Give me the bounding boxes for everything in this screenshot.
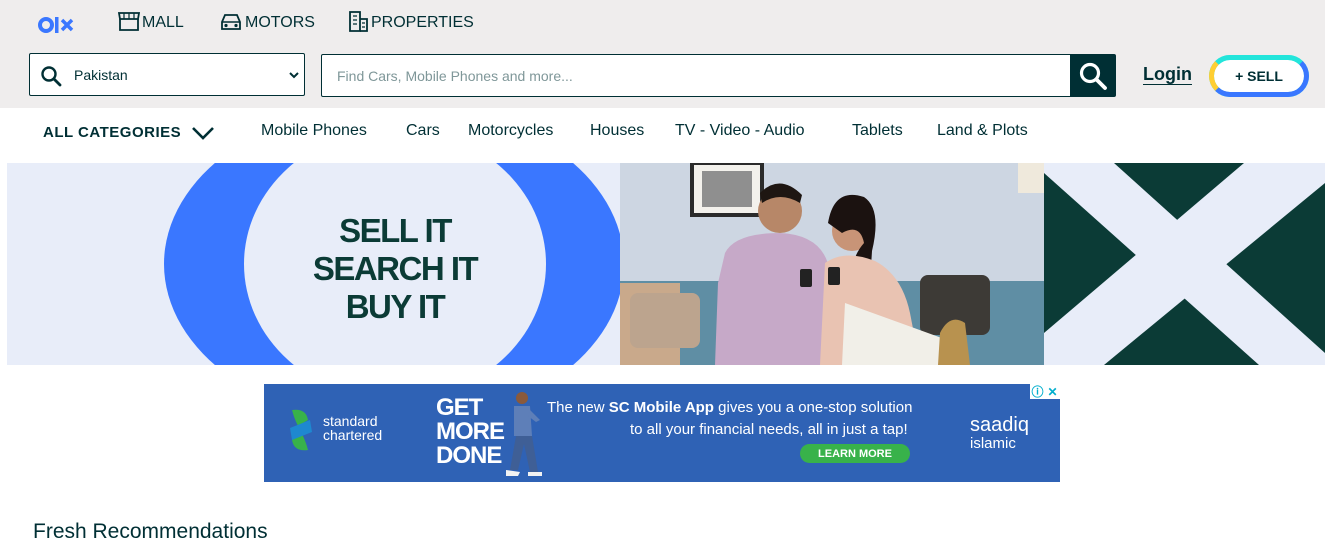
search-input[interactable] xyxy=(335,55,1059,96)
category-link-mobile-phones[interactable]: Mobile Phones xyxy=(261,122,367,140)
search-button[interactable] xyxy=(1070,54,1116,97)
chevron-down-icon xyxy=(192,126,215,140)
x-shape xyxy=(1044,163,1325,365)
top-link-properties[interactable]: PROPERTIES xyxy=(347,10,474,32)
location-value: Pakistan xyxy=(74,67,128,83)
search-icon xyxy=(1079,62,1107,90)
ad-partner-sub: islamic xyxy=(970,435,1016,452)
chevron-down-icon xyxy=(289,72,299,79)
standard-chartered-logo-icon xyxy=(290,409,312,451)
couple-photo-illustration xyxy=(620,163,1044,365)
category-link-houses[interactable]: Houses xyxy=(590,122,644,140)
ad-headline: GET MORE DONE xyxy=(436,394,505,469)
ad-learn-more-button[interactable]: LEARN MORE xyxy=(800,444,910,463)
ad-brand-line: chartered xyxy=(323,427,383,443)
ad-banner[interactable]: standard chartered GET MORE DONE The new… xyxy=(264,384,1060,482)
top-link-motors[interactable]: MOTORS xyxy=(218,10,315,32)
sell-button[interactable]: + SELL xyxy=(1209,55,1309,97)
ad-text-suffix: gives you a one-stop solution xyxy=(713,399,913,416)
top-header: MALL MOTORS PROPERTIES Pakistan Find Car… xyxy=(0,0,1325,108)
olx-logo[interactable] xyxy=(38,12,78,38)
walking-man-illustration xyxy=(506,392,542,476)
category-link-tv-video-audio[interactable]: TV - Video - Audio xyxy=(675,122,805,140)
ad-brand-line: standard xyxy=(323,413,378,429)
ad-text-line2: to all your financial needs, all in just… xyxy=(630,421,908,438)
ad-text-prefix: The new xyxy=(547,399,609,416)
category-link-land-plots[interactable]: Land & Plots xyxy=(937,122,1028,140)
ad-controls: ⓘ ✕ xyxy=(1030,384,1060,399)
hero-slogan-panel: SELL IT SEARCH IT BUY IT xyxy=(7,163,620,365)
hero-banner[interactable]: SELL IT SEARCH IT BUY IT xyxy=(7,163,1325,365)
ad-brand-name: standard chartered xyxy=(323,414,382,442)
top-link-label: MALL xyxy=(142,14,184,31)
login-link[interactable]: Login xyxy=(1143,64,1192,85)
location-select[interactable]: Pakistan xyxy=(29,53,305,96)
hero-x-graphic xyxy=(1044,163,1325,365)
building-icon xyxy=(349,11,368,32)
ad-headline-line: GET xyxy=(436,394,483,421)
ad-headline-line: DONE xyxy=(436,442,502,469)
category-link-motorcycles[interactable]: Motorcycles xyxy=(468,122,553,140)
ad-headline-line: MORE xyxy=(436,418,505,445)
hero-slogan: SELL IT SEARCH IT BUY IT xyxy=(310,212,480,326)
slogan-line: SEARCH IT xyxy=(312,250,479,287)
top-link-mall[interactable]: MALL xyxy=(117,10,184,32)
category-link-tablets[interactable]: Tablets xyxy=(852,122,903,140)
category-bar: ALL CATEGORIES Mobile Phones Cars Motorc… xyxy=(0,108,1325,162)
search-field[interactable] xyxy=(321,54,1071,97)
mall-icon xyxy=(117,12,141,31)
top-link-label: PROPERTIES xyxy=(371,14,474,31)
ad-close-icon[interactable]: ✕ xyxy=(1045,384,1060,399)
ad-info-icon[interactable]: ⓘ xyxy=(1030,384,1045,399)
car-icon xyxy=(221,14,241,30)
ad-text-line1: The new SC Mobile App gives you a one-st… xyxy=(547,399,912,416)
search-icon xyxy=(41,66,62,87)
ad-text-bold: SC Mobile App xyxy=(608,399,714,416)
slogan-line: SELL IT xyxy=(339,212,452,249)
slogan-line: BUY IT xyxy=(345,288,446,325)
ad-partner-name: saadiq xyxy=(970,414,1029,436)
all-categories-dropdown[interactable]: ALL CATEGORIES xyxy=(43,124,215,141)
top-link-label: MOTORS xyxy=(245,14,315,31)
sell-label: + SELL xyxy=(1235,68,1283,84)
hero-photo xyxy=(620,163,1044,365)
section-title: Fresh Recommendations xyxy=(33,520,268,543)
category-link-cars[interactable]: Cars xyxy=(406,122,440,140)
all-categories-label: ALL CATEGORIES xyxy=(43,124,182,141)
